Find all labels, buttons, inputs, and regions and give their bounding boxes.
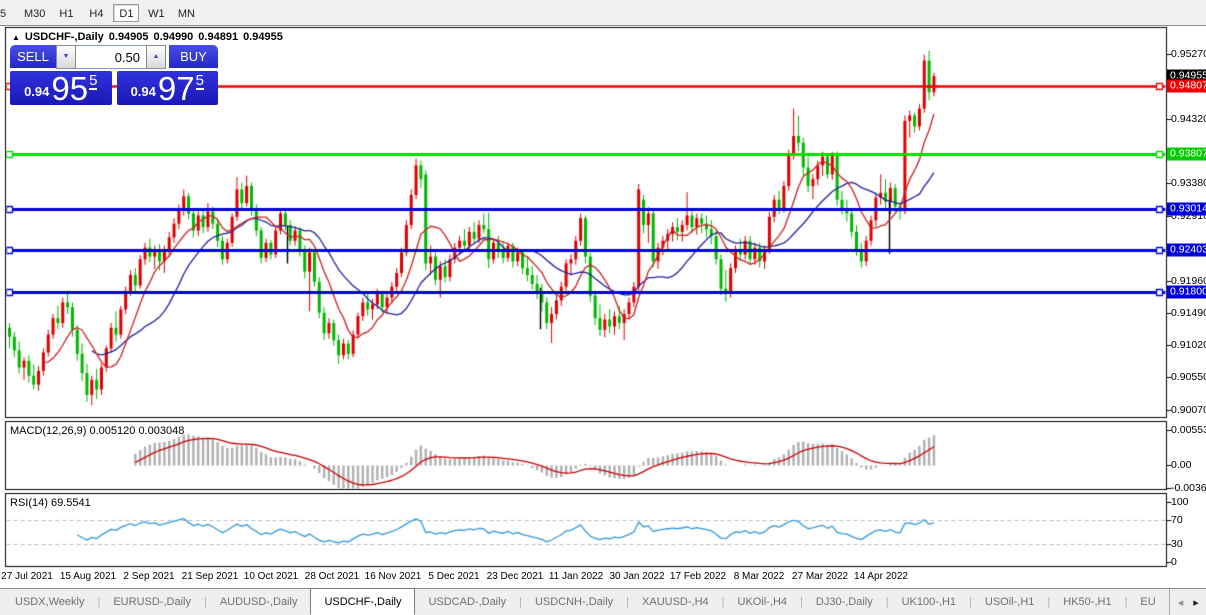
timeframe-button-5[interactable]: 5 [0,4,16,22]
date-label: 30 Jan 2022 [609,571,664,582]
tab-audusd-daily[interactable]: AUDUSD-,Daily [207,589,311,615]
date-label: 28 Oct 2021 [305,571,359,582]
rsi-value: 69.5541 [51,497,91,509]
timeframe-button-w1[interactable]: W1 [143,4,169,22]
ohlc-open: 0.94905 [109,31,149,43]
date-label: 14 Apr 2022 [854,571,908,582]
date-label: 10 Oct 2021 [244,571,298,582]
macd-axis-label: 0.00 [1171,459,1191,471]
price-tick: 0.90070 [1171,404,1206,416]
price-level-badge: 0.92403 [1167,244,1206,257]
date-label: 21 Sep 2021 [182,571,239,582]
price-level-badge: 0.93807 [1167,148,1206,161]
buy-button[interactable]: BUY [169,45,218,69]
volume-decrease-button[interactable]: ▼ [56,45,76,69]
buy-price-pip: 5 [196,74,204,90]
price-tick: 0.91020 [1171,339,1206,351]
price-tick: 0.95270 [1171,48,1206,60]
price-level-badge: 0.94807 [1167,79,1206,92]
price-tick: 0.94320 [1171,113,1206,125]
ohlc-low: 0.94891 [198,31,238,43]
price-level-badge: 0.91800 [1167,285,1206,298]
timeframe-button-m30[interactable]: M30 [20,4,49,22]
price-tick: 0.91490 [1171,307,1206,319]
chart-title-bar: ▲ USDCHF-,Daily 0.94905 0.94990 0.94891 … [12,31,283,43]
macd-signal-value: 0.003048 [138,425,184,437]
sell-price-big: 95 [51,75,88,102]
date-label: 16 Nov 2021 [365,571,422,582]
tab-usdcad-daily[interactable]: USDCAD-,Daily [415,589,519,615]
tab-hk50-h1[interactable]: HK50-,H1 [1050,589,1124,615]
buy-price-display[interactable]: 0.94 97 5 [117,71,219,105]
sell-price-display[interactable]: 0.94 95 5 [10,71,112,105]
timeframe-button-mn[interactable]: MN [173,4,199,22]
ohlc-close: 0.94955 [243,31,283,43]
date-label: 2 Sep 2021 [123,571,174,582]
price-tick: 0.90550 [1171,371,1206,383]
tab-dj30-daily[interactable]: DJ30-,Daily [803,589,886,615]
macd-label: MACD(12,26,9) 0.005120 0.003048 [10,425,184,437]
date-label: 27 Jul 2021 [1,571,53,582]
date-label: 11 Jan 2022 [549,571,603,582]
date-label: 17 Feb 2022 [670,571,726,582]
sell-button[interactable]: SELL [10,45,56,69]
buy-price-prefix: 0.94 [131,84,156,99]
price-tick: 0.93380 [1171,177,1206,189]
macd-axis-label: 0.005537 [1171,424,1206,436]
volume-increase-button[interactable]: ▲ [146,45,166,69]
date-label: 5 Dec 2021 [428,571,479,582]
timeframe-toolbar: 5M30H1H4D1W1MN [0,0,1206,26]
tab-eu[interactable]: EU [1127,589,1168,615]
macd-name: MACD(12,26,9) [10,425,86,437]
tab-uk100-h1[interactable]: UK100-,H1 [889,589,969,615]
tabs-scroll-left-icon[interactable]: ◂ [1178,596,1184,609]
volume-input[interactable] [76,45,146,69]
price-level-badge: 0.93014 [1167,202,1206,215]
trading-terminal-window: 5M30H1H4D1W1MN ▲ USDCHF-,Daily 0.94905 0… [0,0,1206,615]
rsi-name: RSI(14) [10,497,48,509]
tab-scroll-controls: ◂ ▸ [1169,589,1206,615]
tab-usoil-h1[interactable]: USOil-,H1 [972,589,1048,615]
timeframe-button-d1[interactable]: D1 [113,4,139,22]
ohlc-high: 0.94990 [154,31,194,43]
tab-xauusd-h4[interactable]: XAUUSD-,H4 [629,589,722,615]
chart-tab-bar: USDX,Weekly|EURUSD-,Daily|AUDUSD-,DailyU… [0,588,1206,615]
sell-price-prefix: 0.94 [24,84,49,99]
timeframe-button-h4[interactable]: H4 [83,4,109,22]
chart-tabs: USDX,Weekly|EURUSD-,Daily|AUDUSD-,DailyU… [2,589,1169,615]
date-label: 15 Aug 2021 [60,571,116,582]
tab-usdx-weekly[interactable]: USDX,Weekly [2,589,97,615]
symbol-title: USDCHF-,Daily [25,31,104,43]
tab-ukoil-h4[interactable]: UKOil-,H4 [725,589,801,615]
sell-price-pip: 5 [89,74,97,90]
rsi-axis-label: 70 [1171,514,1183,526]
rsi-axis-label: 30 [1171,538,1183,550]
chevron-up-icon: ▲ [153,53,160,60]
date-label: 27 Mar 2022 [792,571,848,582]
chevron-down-icon: ▼ [63,53,70,60]
buy-price-big: 97 [158,75,195,102]
tabs-scroll-right-icon[interactable]: ▸ [1193,596,1199,609]
timeframe-button-h1[interactable]: H1 [53,4,79,22]
tab-usdcnh-daily[interactable]: USDCNH-,Daily [522,589,626,615]
date-label: 8 Mar 2022 [734,571,785,582]
collapse-trade-panel-icon[interactable]: ▲ [12,33,20,42]
macd-axis-label: -0.00364 [1171,482,1206,494]
date-label: 23 Dec 2021 [487,571,544,582]
tab-eurusd-daily[interactable]: EURUSD-,Daily [100,589,204,615]
rsi-label: RSI(14) 69.5541 [10,497,91,509]
rsi-axis-label: 0 [1171,556,1177,568]
macd-main-value: 0.005120 [89,425,135,437]
tab-usdchf-daily[interactable]: USDCHF-,Daily [310,588,415,615]
quick-trade-panel: SELL ▼ ▲ BUY 0.94 95 5 0.94 97 5 [10,45,218,105]
rsi-axis-label: 100 [1171,496,1189,508]
